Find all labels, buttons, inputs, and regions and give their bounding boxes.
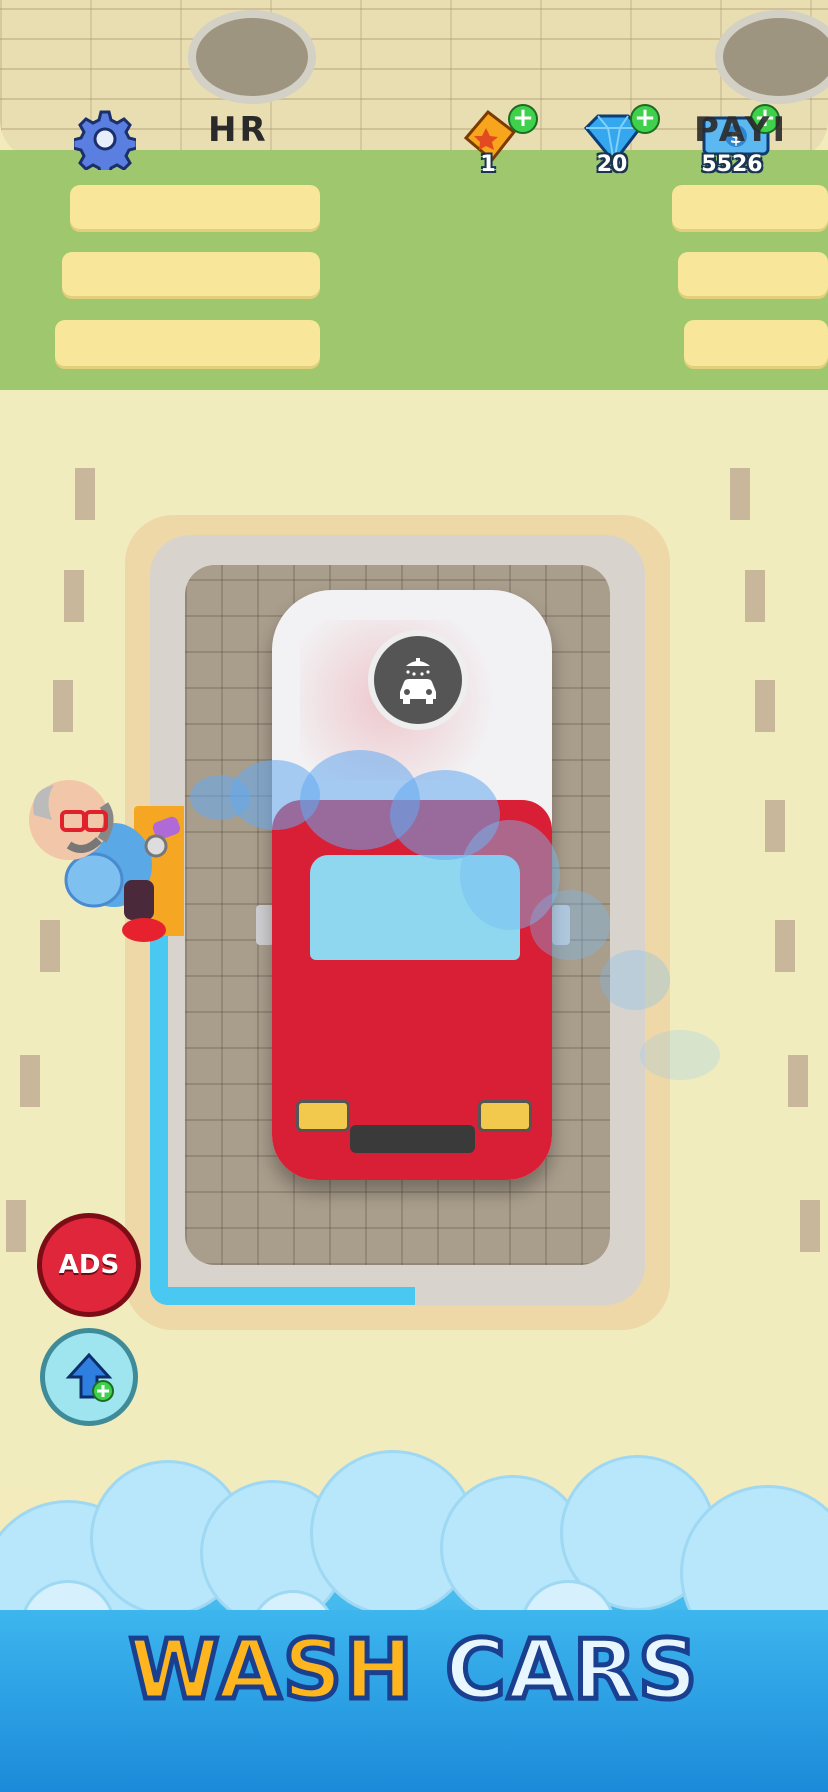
lane-dash [64, 570, 84, 622]
lane-dash [765, 800, 785, 852]
right-edge-label: PAYI [694, 110, 789, 150]
player-tag: HR [208, 110, 269, 150]
no-ads-button[interactable]: ADS [37, 1213, 141, 1317]
wash-cars-banner [0, 1440, 828, 1792]
lane-dash [788, 1055, 808, 1107]
gems-count: 20 [596, 152, 628, 177]
car-wash-icon [368, 630, 468, 730]
no-ads-label: ADS [58, 1250, 120, 1280]
bench-plank [684, 320, 828, 366]
car-headlight-right [478, 1100, 532, 1132]
cash-count: 5526 [701, 152, 763, 177]
lane-dash [20, 1055, 40, 1107]
car-grille [350, 1125, 475, 1153]
water-spray [530, 890, 610, 960]
gear-icon[interactable] [71, 108, 139, 178]
manhole-left [188, 10, 316, 104]
tickets-count: 1 [480, 152, 496, 177]
lane-dash [6, 1200, 26, 1252]
lane-dash [730, 468, 750, 520]
bench-plank [62, 252, 320, 296]
lane-dash [53, 680, 73, 732]
bench-plank [55, 320, 320, 366]
add-gems-button[interactable]: + [630, 104, 660, 134]
wash-progress-bar-bottom [150, 1287, 415, 1305]
water-spray [600, 950, 670, 1010]
banner-title-cars: CARS [443, 1621, 700, 1721]
washer-character[interactable] [14, 760, 196, 960]
lane-dash [775, 920, 795, 972]
car-headlight-left [296, 1100, 350, 1132]
lane-dash [745, 570, 765, 622]
banner-title: WASH CARS [0, 1621, 828, 1721]
add-tickets-button[interactable]: + [508, 104, 538, 134]
bench-plank [678, 252, 828, 296]
lane-dash [800, 1200, 820, 1252]
water-spray [640, 1030, 720, 1080]
wash-progress-bar-side [150, 900, 168, 1305]
bench-plank [70, 185, 320, 229]
lane-dash [755, 680, 775, 732]
boost-arrow-icon[interactable] [40, 1328, 138, 1426]
bench-plank [672, 185, 828, 229]
banner-title-wash: WASH [126, 1621, 415, 1721]
lane-dash [75, 468, 95, 520]
